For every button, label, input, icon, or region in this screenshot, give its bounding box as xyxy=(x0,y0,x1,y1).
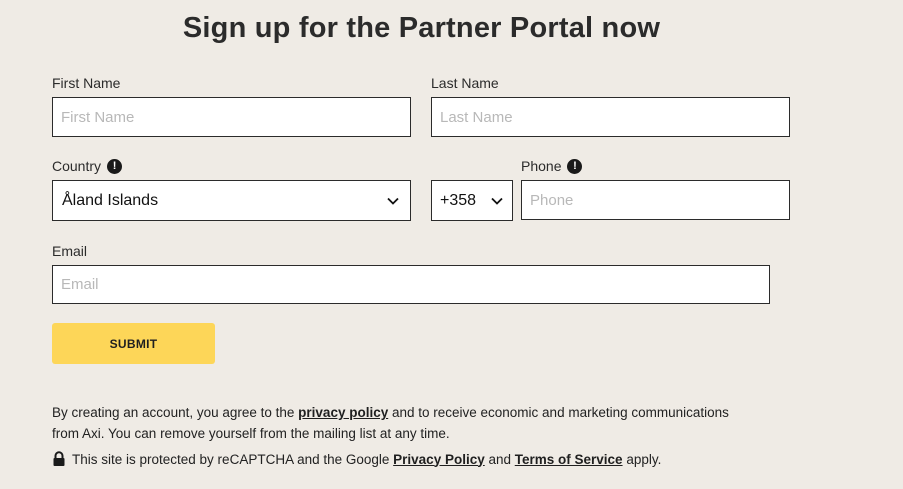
page-title: Sign up for the Partner Portal now xyxy=(182,12,661,44)
email-label: Email xyxy=(52,243,88,259)
country-select-value: Åland Islands xyxy=(62,191,159,209)
chevron-down-icon xyxy=(490,194,504,208)
google-privacy-policy-link[interactable]: Privacy Policy xyxy=(393,452,485,467)
phone-info-icon[interactable]: ! xyxy=(567,158,583,174)
lock-icon xyxy=(52,451,66,467)
first-name-input[interactable] xyxy=(52,97,411,137)
terms-of-service-link[interactable]: Terms of Service xyxy=(515,452,623,467)
country-label: Country ! xyxy=(52,158,123,174)
submit-button[interactable]: SUBMIT xyxy=(52,323,215,364)
legal-notice: By creating an account, you agree to the… xyxy=(52,405,729,441)
phone-code-select[interactable]: +358 xyxy=(431,180,513,221)
phone-code-value: +358 xyxy=(440,191,477,209)
last-name-label: Last Name xyxy=(431,75,499,91)
privacy-policy-link[interactable]: privacy policy xyxy=(298,405,388,420)
phone-input[interactable] xyxy=(521,180,790,220)
country-info-icon[interactable]: ! xyxy=(107,158,123,174)
recaptcha-text: This site is protected by reCAPTCHA and … xyxy=(72,451,662,467)
chevron-down-icon xyxy=(386,194,400,208)
first-name-label: First Name xyxy=(52,75,121,91)
last-name-input[interactable] xyxy=(431,97,790,137)
recaptcha-notice: This site is protected by reCAPTCHA and … xyxy=(52,451,661,467)
email-input[interactable] xyxy=(52,265,770,304)
country-select[interactable]: Åland Islands xyxy=(52,180,411,221)
signup-page: Sign up for the Partner Portal now First… xyxy=(0,0,903,489)
phone-label: Phone ! xyxy=(521,158,583,174)
